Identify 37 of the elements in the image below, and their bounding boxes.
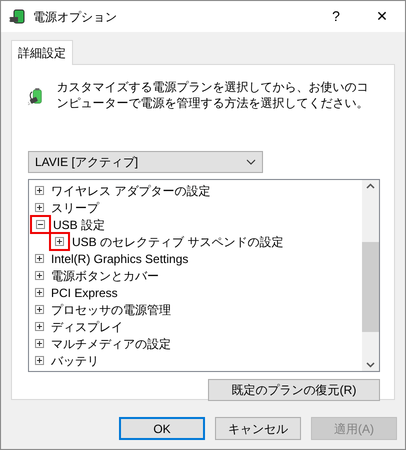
- expand-toggle[interactable]: [35, 339, 44, 348]
- scrollbar-thumb[interactable]: [362, 242, 379, 332]
- chevron-down-icon[interactable]: [366, 362, 375, 368]
- chevron-down-icon: [246, 159, 256, 165]
- power-plug-icon: [9, 8, 27, 26]
- expand-toggle[interactable]: [35, 186, 44, 195]
- expand-toggle[interactable]: [55, 237, 64, 246]
- restore-defaults-button[interactable]: 既定のプランの復元(R): [208, 379, 380, 401]
- expand-toggle[interactable]: [35, 254, 44, 263]
- tree-item[interactable]: バッテリ: [51, 354, 99, 368]
- tree-item[interactable]: ワイヤレス アダプターの設定: [51, 184, 210, 198]
- dialog-button[interactable]: OK: [119, 417, 205, 440]
- tree-item[interactable]: スリープ: [51, 200, 99, 214]
- plan-dropdown[interactable]: LAVIE [アクティブ]: [28, 151, 263, 173]
- tree-item[interactable]: ディスプレイ: [51, 320, 123, 334]
- expand-toggle[interactable]: [35, 305, 44, 314]
- help-button[interactable]: ?: [313, 1, 359, 32]
- description-text: カスタマイズする電源プランを選択してから、お使いのコンピューターで電源を管理する方法を選択してください。: [56, 79, 370, 112]
- dialog-button[interactable]: キャンセル: [215, 417, 301, 440]
- chevron-up-icon[interactable]: [366, 183, 375, 189]
- expand-toggle[interactable]: [35, 203, 44, 212]
- collapse-toggle[interactable]: [36, 220, 45, 229]
- tree-item[interactable]: USB のセレクティブ サスペンドの設定: [72, 234, 284, 248]
- scrollbar[interactable]: [362, 180, 379, 371]
- expand-toggle[interactable]: [35, 288, 44, 297]
- expand-toggle[interactable]: [35, 322, 44, 331]
- tab[interactable]: 詳細設定: [11, 40, 73, 65]
- close-button[interactable]: ✕: [359, 1, 405, 32]
- tree-item[interactable]: プロセッサの電源管理: [51, 302, 171, 316]
- tree-item[interactable]: マルチメディアの設定: [51, 336, 171, 350]
- tree-item[interactable]: Intel(R) Graphics Settings: [51, 252, 188, 266]
- expand-toggle[interactable]: [35, 271, 44, 280]
- tree-item[interactable]: 電源ボタンとカバー: [51, 268, 159, 282]
- expand-toggle[interactable]: [35, 356, 44, 365]
- tree-item[interactable]: USB 設定: [53, 218, 106, 232]
- window-title: 電源オプション: [33, 8, 118, 26]
- tree-item[interactable]: PCI Express: [51, 286, 118, 300]
